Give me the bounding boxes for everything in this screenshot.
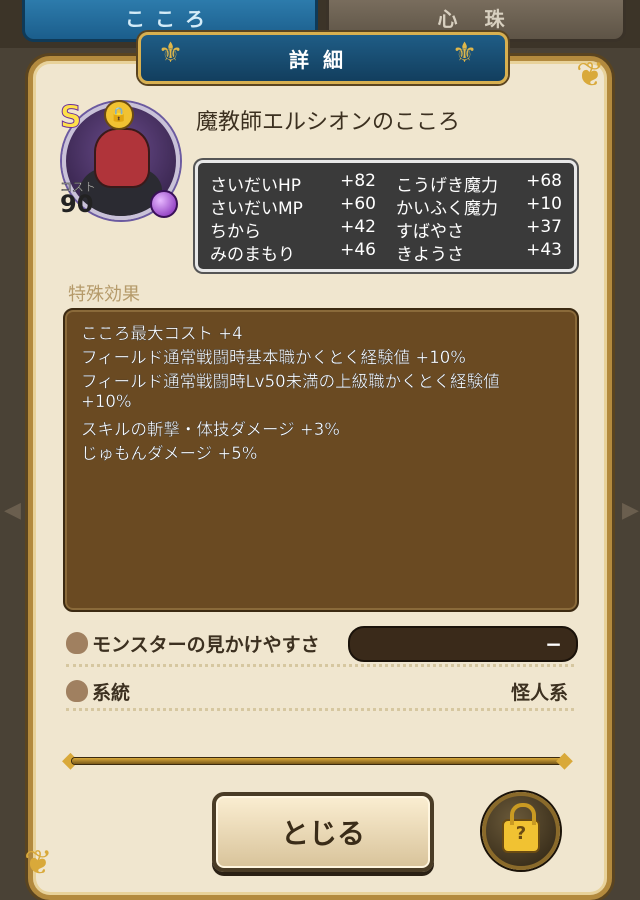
lock-icon: 🔒 xyxy=(104,100,134,130)
stat-value: +43 xyxy=(526,240,562,260)
lineage-row: 系統 怪人系 xyxy=(66,674,574,710)
orb-icon xyxy=(150,190,178,218)
rule-end-icon: ◆ xyxy=(556,748,573,773)
visibility-value: − xyxy=(545,632,562,656)
stat-label: ちから xyxy=(210,222,261,242)
stat-value: +46 xyxy=(340,240,376,260)
rank-badge: S xyxy=(60,100,83,136)
fleur-de-lis-icon: ⚜ xyxy=(452,36,478,69)
right-arrow-icon[interactable]: ▶ xyxy=(622,498,639,523)
corner-ornament-icon: ❦ xyxy=(24,843,53,883)
stat-label: きようさ xyxy=(396,245,464,265)
lineage-label: 系統 xyxy=(92,682,131,704)
lineage-value: 怪人系 xyxy=(510,682,568,704)
stat-value: +42 xyxy=(340,217,376,237)
stat-value: +60 xyxy=(340,194,376,214)
stat-label: さいだいMP xyxy=(210,199,303,219)
monster-name: 魔教師エルシオンのこころ xyxy=(196,110,461,135)
stat-label: みのまもり xyxy=(210,245,295,265)
ornamental-rule xyxy=(72,758,568,764)
stat-value: +68 xyxy=(526,171,562,191)
padlock-icon xyxy=(502,803,540,853)
header-title: 詳細 xyxy=(289,47,357,72)
divider xyxy=(66,708,574,711)
special-effect-box: こころ最大コスト +4 フィールド通常戦闘時基本職かくとく経験値 +10% フィ… xyxy=(63,308,579,612)
effect-line: +10% xyxy=(81,392,132,411)
stat-value: +82 xyxy=(340,171,376,191)
cost-value: 90 xyxy=(60,190,94,218)
stat-value: +37 xyxy=(526,217,562,237)
lock-button[interactable] xyxy=(482,792,560,870)
droplet-icon xyxy=(66,632,88,654)
effect-line: こころ最大コスト +4 xyxy=(81,324,243,343)
divider xyxy=(66,664,574,667)
visibility-row: モンスターの見かけやすさ − xyxy=(66,626,578,662)
stat-label: さいだいHP xyxy=(210,176,302,196)
visibility-bar: − xyxy=(348,626,578,662)
stat-value: +10 xyxy=(526,194,562,214)
stats-table: さいだいHP +82 こうげき魔力 +68 さいだいMP +60 かいふく魔力 … xyxy=(195,160,577,272)
stat-label: すばやさ xyxy=(396,222,464,242)
visibility-label: モンスターの見かけやすさ xyxy=(92,634,320,656)
close-button[interactable]: とじる xyxy=(212,792,434,872)
droplet-icon xyxy=(66,680,88,702)
stat-label: こうげき魔力 xyxy=(396,176,498,196)
effect-line: フィールド通常戦闘時基本職かくとく経験値 +10% xyxy=(81,348,466,367)
effect-line: スキルの斬撃・体技ダメージ +3% xyxy=(81,420,340,439)
fleur-de-lis-icon: ⚜ xyxy=(158,36,184,69)
special-effect-label: 特殊効果 xyxy=(68,284,140,305)
stat-label: かいふく魔力 xyxy=(396,199,498,219)
effect-line: フィールド通常戦闘時Lv50未満の上級職かくとく経験値 xyxy=(81,372,500,391)
effect-line: じゅもんダメージ +5% xyxy=(81,444,258,463)
corner-ornament-icon: ❦ xyxy=(576,55,605,95)
monster-face xyxy=(94,128,150,188)
left-arrow-icon[interactable]: ◀ xyxy=(4,498,21,523)
